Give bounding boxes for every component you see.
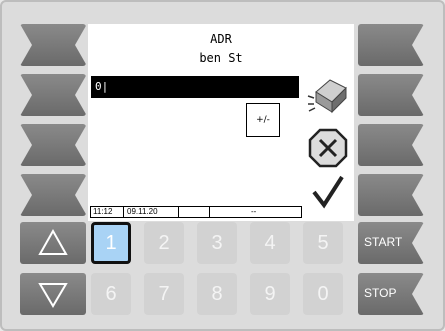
key-7[interactable]: 7 — [144, 273, 184, 315]
right-softkey-1[interactable] — [358, 24, 424, 66]
left-softkey-1[interactable] — [20, 24, 87, 66]
up-button[interactable] — [20, 222, 86, 264]
stop-label: STOP — [364, 286, 397, 300]
left-softkey-4[interactable] — [20, 174, 87, 216]
triangle-up-icon — [38, 228, 68, 255]
key-3[interactable]: 3 — [197, 222, 237, 264]
key-0[interactable]: 0 — [303, 273, 343, 315]
right-softkey-3[interactable] — [358, 124, 424, 166]
screen-title: ADR — [210, 32, 232, 46]
key-4[interactable]: 4 — [250, 222, 290, 264]
value-input[interactable]: 0| — [91, 76, 299, 98]
sign-toggle-button[interactable]: +/- — [246, 103, 280, 137]
checkmark-icon[interactable] — [310, 174, 346, 210]
left-softkey-3[interactable] — [20, 124, 87, 166]
eraser-icon[interactable] — [306, 74, 350, 116]
status-time: 11:12 — [93, 207, 113, 216]
key-9[interactable]: 9 — [250, 273, 290, 315]
right-softkey-4[interactable] — [358, 174, 424, 216]
status-bar: 11:12 09.11.20 -- — [90, 206, 302, 218]
right-softkey-2[interactable] — [358, 74, 424, 116]
stop-button[interactable]: STOP — [358, 273, 424, 315]
start-label: START — [364, 235, 403, 249]
key-2[interactable]: 2 — [144, 222, 184, 264]
key-1[interactable]: 1 — [91, 222, 131, 264]
triangle-down-icon — [38, 283, 68, 308]
start-button[interactable]: START — [358, 222, 424, 264]
left-softkey-2[interactable] — [20, 74, 87, 116]
status-date: 09.11.20 — [127, 207, 158, 216]
key-8[interactable]: 8 — [197, 273, 237, 315]
key-5[interactable]: 5 — [303, 222, 343, 264]
down-button[interactable] — [20, 273, 86, 315]
cancel-x-icon[interactable] — [308, 128, 348, 168]
key-6[interactable]: 6 — [91, 273, 131, 315]
screen-subtitle: ben St — [199, 51, 243, 65]
display-screen: ADR ben St 0| +/- 11:12 09.11.20 -- — [88, 24, 354, 221]
status-field-4: -- — [251, 207, 257, 216]
